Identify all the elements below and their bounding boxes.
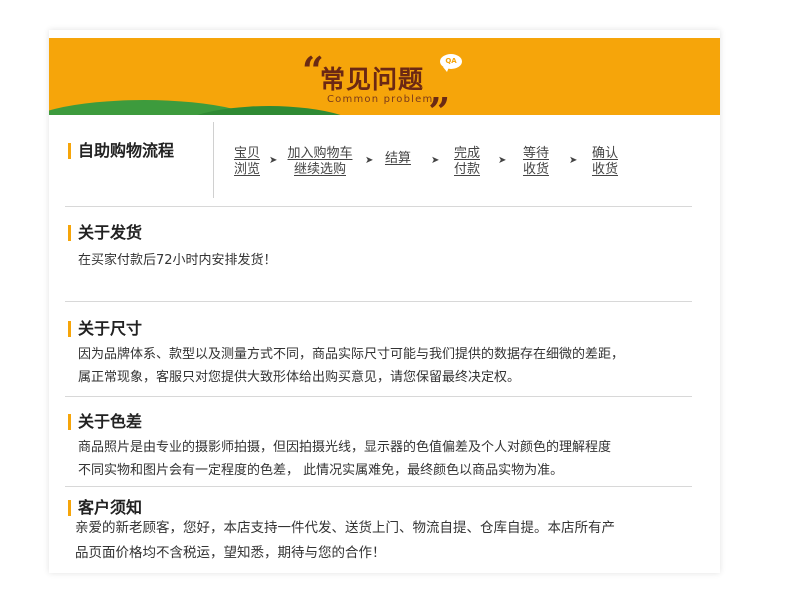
notice-title: 客户须知 <box>68 498 142 518</box>
step-add-to-cart: 加入购物车 继续选购 <box>282 146 358 178</box>
section-divider <box>65 301 692 302</box>
size-title: 关于尺寸 <box>68 319 142 339</box>
accent-bar <box>68 414 71 430</box>
process-title-label: 自助购物流程 <box>78 141 175 160</box>
banner-title: 常见问题 <box>320 65 425 94</box>
shipping-title: 关于发货 <box>68 223 142 243</box>
step-checkout: 结算 <box>382 151 414 167</box>
color-text-line2: 不同实物和图片会有一定程度的色差， 此情况实属难免，最终颜色以商品实物为准。 <box>78 463 564 478</box>
step-browse: 宝贝 浏览 <box>229 146 265 178</box>
color-title: 关于色差 <box>68 412 142 432</box>
arrow-icon: ➤ <box>431 155 440 166</box>
arrow-icon: ➤ <box>498 155 507 166</box>
step-checkout-line1: 结算 <box>384 151 411 166</box>
faq-card: “ 常见问题 „ QA Common problem 自助购物流程 宝贝 浏览 … <box>49 30 720 573</box>
arrow-icon: ➤ <box>365 155 374 166</box>
shipping-title-label: 关于发货 <box>78 223 143 242</box>
size-text-line2: 属正常现象，客服只对您提供大致形体给出购买意见，请您保留最终决定权。 <box>78 370 521 385</box>
accent-bar <box>68 225 71 241</box>
step-await-line2: 收货 <box>522 162 549 177</box>
qa-bubble-icon: QA <box>440 54 462 72</box>
banner-subtitle: Common problem <box>327 94 434 105</box>
step-await-line1: 等待 <box>522 146 549 161</box>
accent-bar <box>68 500 71 516</box>
step-confirm-receipt: 确认 收货 <box>589 146 621 178</box>
notice-title-label: 客户须知 <box>78 498 143 517</box>
step-browse-line2: 浏览 <box>233 162 260 177</box>
step-confirm-line1: 确认 <box>591 146 618 161</box>
size-text-line1: 因为品牌体系、款型以及测量方式不同，商品实际尺寸可能与我们提供的数据存在细微的差… <box>78 347 625 362</box>
step-browse-line1: 宝贝 <box>233 146 260 161</box>
arrow-icon: ➤ <box>269 155 278 166</box>
accent-bar <box>68 321 71 337</box>
accent-bar <box>68 143 71 159</box>
color-text-line1: 商品照片是由专业的摄影师拍摄，但因拍摄光线，显示器的色值偏差及个人对颜色的理解程… <box>78 440 612 455</box>
section-divider <box>65 486 692 487</box>
step-await-delivery: 等待 收货 <box>520 146 552 178</box>
notice-text-line2: 品页面价格均不含税运，望知悉，期待与您的合作！ <box>75 545 386 561</box>
process-title: 自助购物流程 <box>68 141 174 161</box>
section-divider <box>65 206 692 207</box>
step-payment-line2: 付款 <box>453 162 480 177</box>
process-divider <box>213 122 214 198</box>
step-add-to-cart-line1: 加入购物车 <box>287 146 353 161</box>
step-payment: 完成 付款 <box>451 146 483 178</box>
faq-banner: “ 常见问题 „ QA Common problem <box>49 38 720 115</box>
step-payment-line1: 完成 <box>453 146 480 161</box>
shipping-text: 在买家付款后72小时内安排发货！ <box>78 253 277 268</box>
size-title-label: 关于尺寸 <box>78 319 143 338</box>
step-confirm-line2: 收货 <box>591 162 618 177</box>
section-divider <box>65 396 692 397</box>
notice-text-line1: 亲爱的新老顾客，您好，本店支持一件代发、送货上门、物流自提、仓库自提。本店所有产 <box>75 520 615 536</box>
step-add-to-cart-line2: 继续选购 <box>293 162 346 177</box>
color-title-label: 关于色差 <box>78 412 143 431</box>
arrow-icon: ➤ <box>569 155 578 166</box>
